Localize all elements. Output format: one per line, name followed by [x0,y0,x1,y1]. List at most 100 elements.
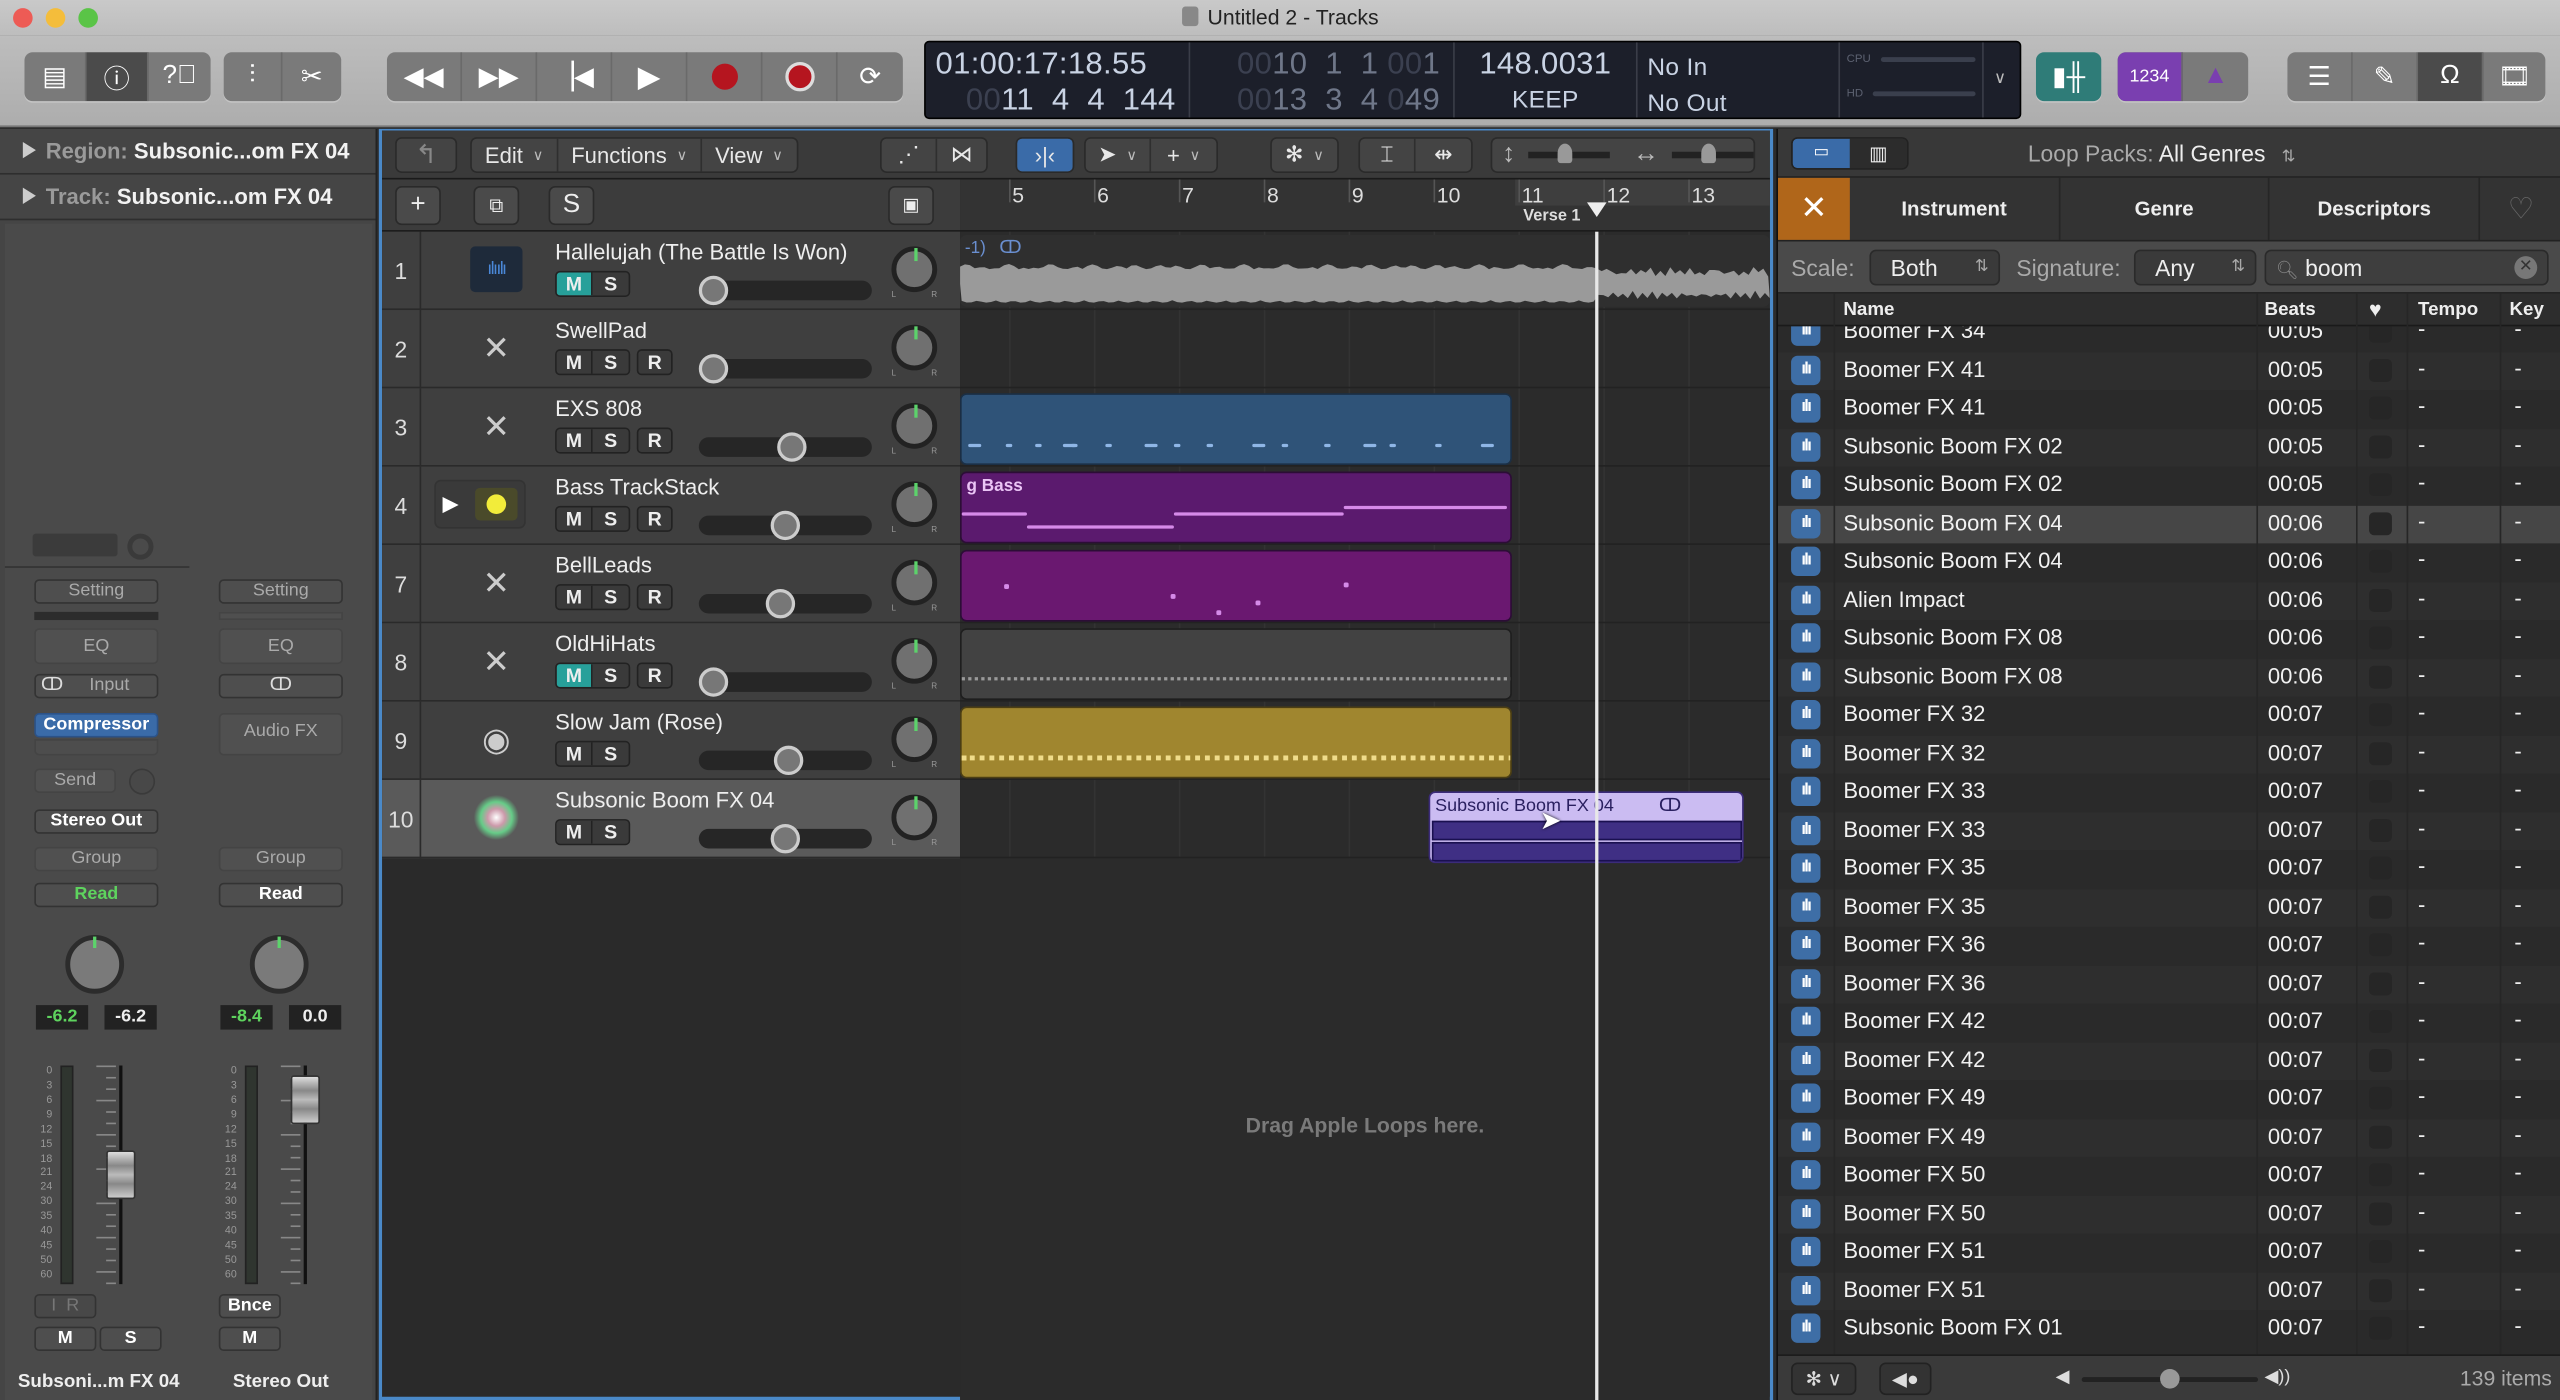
track-name[interactable]: Hallelujah (The Battle Is Won) [555,240,847,264]
loop-list-item[interactable]: ılı Alien Impact 00:06 - - [1778,581,2560,621]
lcd-display[interactable]: 01:00:17:18.55 0011 4 4 144 0010 1 1 001… [924,40,2022,120]
favorite-checkbox[interactable] [2369,588,2392,612]
snap-settings-menu[interactable]: ✻ ∨ [1272,139,1337,172]
midi-region-bellleads[interactable] [960,549,1512,622]
favorite-checkbox[interactable] [2369,971,2392,995]
playhead[interactable] [1595,231,1599,1400]
track-mute-button[interactable]: M [556,507,593,531]
compressor-plugin-slot[interactable]: Compressor [34,713,159,738]
favorite-checkbox[interactable] [2369,1163,2392,1187]
playhead-handle-icon[interactable] [1586,202,1607,218]
button-view-button[interactable]: ▭ [1792,138,1850,169]
track-name[interactable]: BellLeads [555,553,652,577]
track-pan-knob[interactable] [891,403,938,449]
loop-list[interactable]: ılı Boomer FX 34 00:05 - - ılı Boomer FX … [1778,326,2560,1354]
track-volume-slider[interactable] [698,667,872,697]
go-to-beginning-button[interactable]: ▕◀ [537,52,613,102]
back-button[interactable]: ↰ [395,137,458,173]
library-button[interactable]: ▤ [24,52,87,102]
favorites-button[interactable]: ♡ [2480,178,2560,240]
search-input[interactable]: boom [2305,255,2362,281]
favorite-checkbox[interactable] [2369,894,2392,918]
loop-list-item[interactable]: ılı Boomer FX 33 00:07 - - [1778,773,2560,811]
midi-region-bass[interactable]: g Bass [960,471,1512,544]
track-name[interactable]: SwellPad [555,318,647,342]
track-volume-thumb[interactable] [698,275,729,306]
track-solo-button[interactable]: S [592,742,629,766]
eq-button[interactable]: EQ [34,628,159,665]
pan-knob[interactable] [249,934,309,994]
editors-button[interactable]: ✂ [282,52,341,101]
track-pan-knob[interactable] [891,637,938,684]
view-menu[interactable]: View ∨ [702,139,796,172]
mute-button[interactable]: M [34,1326,97,1352]
track-solo-button[interactable]: S [592,820,629,844]
track-volume-thumb[interactable] [773,745,804,776]
flex-button[interactable]: ⋈ [937,139,986,172]
empty-plugin-slot[interactable] [34,739,159,756]
count-in-button[interactable]: 1234 [2117,52,2183,102]
notepad-button[interactable]: ✎ [2353,52,2419,102]
loop-list-item[interactable]: ılı Boomer FX 32 00:07 - - [1778,697,2560,735]
solo-button[interactable]: S [99,1326,162,1352]
track-solo-button[interactable]: S [592,350,629,374]
favorite-checkbox[interactable] [2369,549,2392,573]
favorite-checkbox[interactable] [2369,741,2392,765]
track-volume-thumb[interactable] [698,354,729,384]
track-volume-slider[interactable] [698,432,872,462]
lcd-position[interactable]: 01:00:17:18.55 0011 4 4 144 [926,42,1191,118]
favorite-checkbox[interactable] [2369,1125,2392,1148]
midi-region-exs808[interactable] [960,393,1512,466]
bounce-button[interactable]: Bnce [218,1293,281,1319]
clear-search-button[interactable]: ✕ [2514,256,2538,280]
track-header[interactable]: 9 ◉ Slow Jam (Rose) M S LR [382,701,961,780]
lcd-midi[interactable]: No In No Out [1638,42,1841,118]
tab-genre[interactable]: Genre [2060,177,2271,240]
search-field[interactable]: 🔍︎ boom ✕ [2264,249,2549,286]
track-record-enable-button[interactable]: R [636,662,673,689]
list-editors-button[interactable]: ☰ [2287,52,2353,102]
setting-button[interactable]: Setting [34,579,159,604]
replace-record-button[interactable] [762,52,838,102]
edit-menu[interactable]: Edit ∨ [472,138,559,172]
loop-list-item[interactable]: ılı Boomer FX 33 00:07 - - [1778,811,2560,851]
favorite-checkbox[interactable] [2369,358,2392,382]
horizontal-zoom-fit-button[interactable]: ⇹ [1416,139,1472,172]
track-header[interactable]: 8 ✕ OldHiHats M S R LR [382,623,961,702]
favorite-checkbox[interactable] [2369,1316,2392,1340]
volume-fader[interactable] [106,1150,136,1200]
track-header[interactable]: 3 ✕ EXS 808 M S R LR [382,388,961,467]
track-mute-button[interactable]: M [556,585,593,609]
arrangement-marker[interactable]: Verse 1 [1523,207,1580,225]
fast-forward-button[interactable]: ▶▶ [462,52,538,102]
input-monitor-slot[interactable] [32,533,118,557]
favorite-checkbox[interactable] [2369,1278,2392,1302]
track-volume-thumb[interactable] [698,667,729,697]
track-mute-button[interactable]: M [556,429,593,452]
favorite-checkbox[interactable] [2369,1010,2392,1033]
audio-region-hallelujah[interactable]: -1) ↀ [960,234,1770,307]
setting-button[interactable]: Setting [218,579,343,604]
loop-list-item[interactable]: ılı Boomer FX 35 00:07 - - [1778,850,2560,888]
lcd-locators[interactable]: 0010 1 1 001 0013 3 4 049 [1190,42,1455,118]
cycle-button[interactable]: ⟳ [838,52,903,101]
track-volume-thumb[interactable] [765,589,796,619]
column-name[interactable]: Name [1843,294,1894,327]
audio-fx-slot[interactable]: Audio FX [218,713,343,756]
inspector-button[interactable]: ⓘ [86,52,149,102]
track-header[interactable]: 1 ılıılı Hallelujah (The Battle Is Won) … [382,231,961,311]
duplicate-track-button[interactable]: ⧉ [473,186,520,226]
automation-button[interactable]: ⋰ [882,138,938,172]
loop-list-item[interactable]: ılı Boomer FX 42 00:07 - - [1778,1041,2560,1081]
input-slot[interactable]: ↀ Input [34,673,159,699]
favorite-checkbox[interactable] [2369,933,2392,957]
record-button[interactable] [687,52,763,102]
catch-playhead-button[interactable]: ›|‹ [1017,138,1073,172]
track-header[interactable]: 10 Subsonic Boom FX 04 M S LR [382,779,961,859]
track-inspector-header[interactable]: Track: Subsonic...om FX 04 [0,175,376,221]
mixer-button[interactable]: ⫶ [224,52,283,102]
media-browser-button[interactable]: 🎞 [2483,52,2545,101]
track-record-enable-button[interactable]: R [636,584,673,611]
track-mute-button[interactable]: M [556,272,593,296]
global-tracks-button[interactable]: ▣ [888,186,934,226]
